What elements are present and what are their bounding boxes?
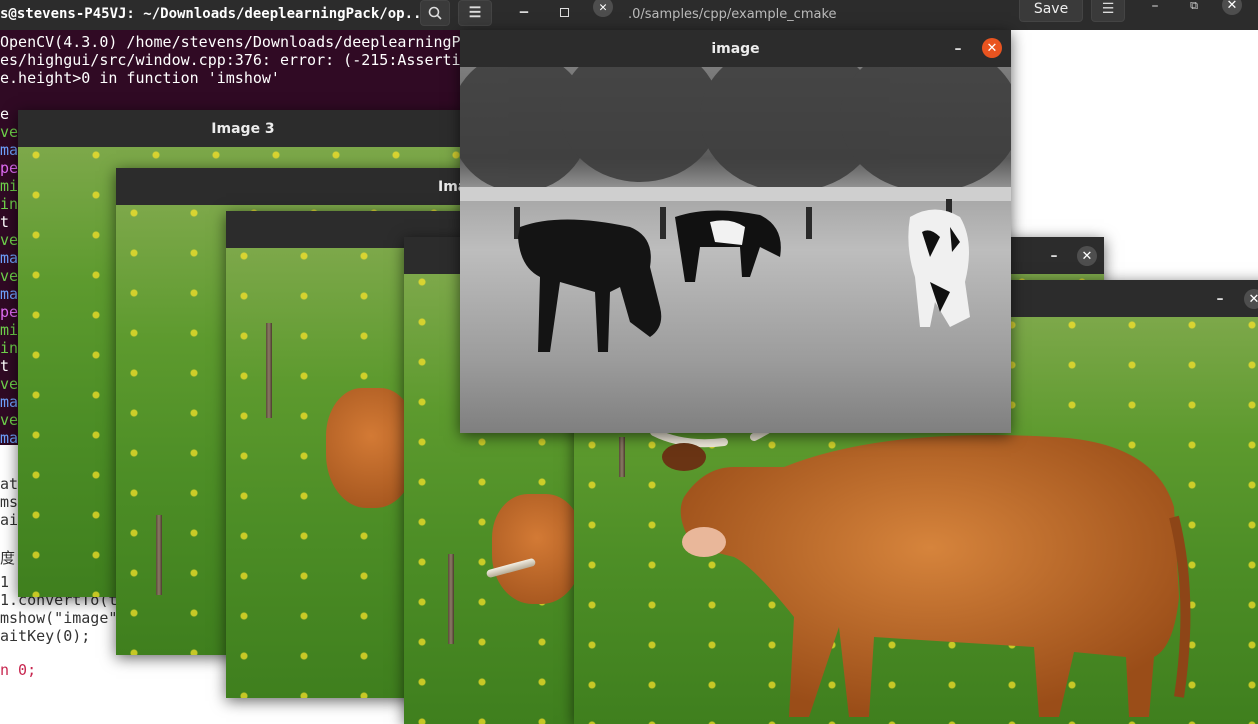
- editor-headerbar: .0/samples/cpp/example_cmake Save ☰ – ⧉ …: [625, 0, 1258, 30]
- image-window-title: image: [711, 40, 760, 57]
- restore-icon: ⧉: [1190, 0, 1198, 12]
- close-icon: ✕: [986, 40, 998, 56]
- close-icon: ✕: [1226, 0, 1238, 13]
- code-line: n 0;: [0, 661, 37, 679]
- maximize-icon: [559, 7, 569, 17]
- search-button[interactable]: [420, 0, 450, 26]
- close-icon: ✕: [599, 0, 607, 15]
- code-line: 度: [0, 549, 16, 567]
- code-line: aitKey(0);: [0, 627, 91, 645]
- minimize-icon: –: [1216, 291, 1224, 307]
- close-icon: ✕: [1081, 248, 1093, 264]
- terminal-titlebar: s@stevens-P45VJ: ~/Downloads/deeplearnin…: [0, 0, 625, 30]
- terminal-menu-button[interactable]: ☰: [458, 0, 492, 26]
- terminal-title: s@stevens-P45VJ: ~/Downloads/deeplearnin…: [0, 6, 430, 22]
- terminal-fragment: e: [0, 105, 10, 123]
- terminal-minimize-button[interactable]: –: [512, 2, 536, 22]
- terminal-fragment: t: [0, 213, 10, 231]
- terminal-line: e.height>0 in function 'imshow': [0, 69, 280, 87]
- terminal-fragment: ma: [0, 141, 19, 159]
- code-line: ai: [0, 511, 19, 529]
- minimize-icon: –: [519, 4, 529, 20]
- search-icon: [428, 6, 442, 20]
- color-image-right-close-button[interactable]: ✕: [1244, 289, 1258, 309]
- minimize-icon: –: [954, 41, 962, 57]
- editor-close-button[interactable]: ✕: [1222, 0, 1242, 15]
- close-icon: ✕: [1248, 291, 1258, 307]
- grayscale-cows-picture: [460, 67, 1011, 352]
- terminal-line: es/highgui/src/window.cpp:376: error: (-…: [0, 51, 470, 69]
- editor-menu-button[interactable]: ☰: [1091, 0, 1125, 22]
- editor-path: .0/samples/cpp/example_cmake: [628, 7, 837, 22]
- brown-cow-picture: [650, 403, 1191, 717]
- color-image-minimize-button[interactable]: –: [1044, 246, 1064, 266]
- color-image-close-button[interactable]: ✕: [1077, 246, 1097, 266]
- color-image-right-minimize-button[interactable]: –: [1210, 289, 1230, 309]
- terminal-line: OpenCV(4.3.0) /home/stevens/Downloads/de…: [0, 33, 479, 51]
- image2-titlebar: Ima: [116, 168, 466, 205]
- save-button[interactable]: Save: [1019, 0, 1083, 22]
- editor-restore-button[interactable]: ⧉: [1182, 0, 1206, 16]
- menu-icon: ☰: [1101, 1, 1115, 17]
- code-line: 1: [0, 573, 10, 591]
- image-minimize-button[interactable]: –: [948, 39, 968, 59]
- code-line: ms: [0, 493, 19, 511]
- image-window[interactable]: image – ✕: [460, 30, 1011, 433]
- image-close-button[interactable]: ✕: [982, 38, 1002, 58]
- code-line: mshow("image": [0, 609, 118, 627]
- terminal-close-button[interactable]: ✕: [593, 0, 613, 17]
- terminal-fragment: ma: [0, 285, 19, 303]
- minimize-icon: –: [1151, 0, 1159, 14]
- code-line: at: [0, 475, 19, 493]
- terminal-maximize-button[interactable]: [552, 2, 576, 22]
- menu-icon: ☰: [468, 5, 482, 21]
- terminal-fragment: t: [0, 357, 10, 375]
- editor-minimize-button[interactable]: –: [1143, 0, 1167, 16]
- terminal-fragment: ma: [0, 393, 19, 411]
- image-canvas: [460, 67, 1011, 433]
- terminal-fragment: ma: [0, 249, 19, 267]
- image3-titlebar: Image 3: [18, 110, 468, 147]
- minimize-icon: –: [1050, 248, 1058, 264]
- image-titlebar: image – ✕: [460, 30, 1011, 67]
- image3-title: Image 3: [211, 120, 275, 137]
